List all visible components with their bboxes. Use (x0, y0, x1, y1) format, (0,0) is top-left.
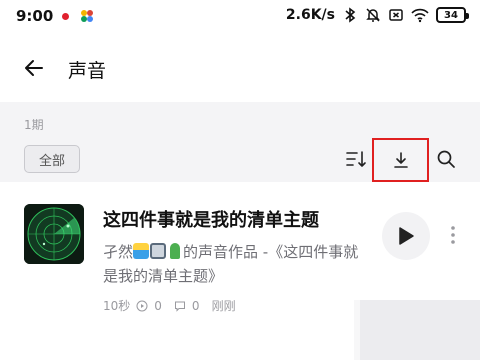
swimmer-emoji-icon (133, 243, 150, 259)
play-button[interactable] (382, 212, 430, 260)
app-header: 声音 (0, 34, 480, 102)
episode-count: 1期 (24, 118, 44, 132)
sort-icon[interactable] (345, 149, 367, 169)
status-time: 9:00 (16, 7, 54, 25)
play-count-icon (136, 300, 148, 311)
radar-icon (24, 204, 84, 264)
filter-all-button[interactable]: 全部 (24, 145, 80, 173)
train-emoji-icon (150, 243, 167, 259)
duration: 10秒 (103, 299, 131, 313)
item-description: 孑然 的声音作品 -《这四件事就是我的清单主题》 (103, 240, 365, 288)
floating-panel (360, 300, 480, 360)
sim-off-icon (389, 9, 403, 21)
play-count: 0 (154, 298, 162, 313)
network-speed: 2.6K/s (285, 7, 335, 23)
comment-count: 0 (191, 298, 200, 313)
notification-dot-icon (62, 13, 69, 20)
cover-image (24, 204, 84, 264)
more-vertical-icon[interactable] (447, 224, 459, 246)
time-ago: 刚刚 (211, 299, 236, 313)
filter-toolbar: 1期 全部 (0, 102, 480, 182)
battery-icon: 34 (436, 7, 469, 23)
status-indicators: 2.6K/s 34 (285, 7, 469, 23)
cactus-emoji-icon (170, 243, 181, 259)
item-meta: 10秒 0 0 刚刚 (103, 297, 236, 314)
search-icon[interactable] (436, 149, 456, 169)
comment-icon (174, 301, 185, 312)
page-title: 声音 (68, 60, 107, 82)
download-icon[interactable] (392, 151, 410, 169)
bell-muted-icon (366, 8, 380, 22)
play-icon (399, 227, 414, 245)
download-highlight (372, 138, 429, 182)
bluetooth-icon (345, 7, 356, 23)
wifi-icon (411, 8, 429, 23)
status-bar: 9:00 2.6K/s 34 (0, 0, 480, 34)
item-title: 这四件事就是我的清单主题 (103, 210, 319, 231)
author-name: 孑然 (103, 243, 134, 261)
app-icon (81, 10, 93, 22)
arrow-left-icon[interactable] (22, 56, 46, 80)
